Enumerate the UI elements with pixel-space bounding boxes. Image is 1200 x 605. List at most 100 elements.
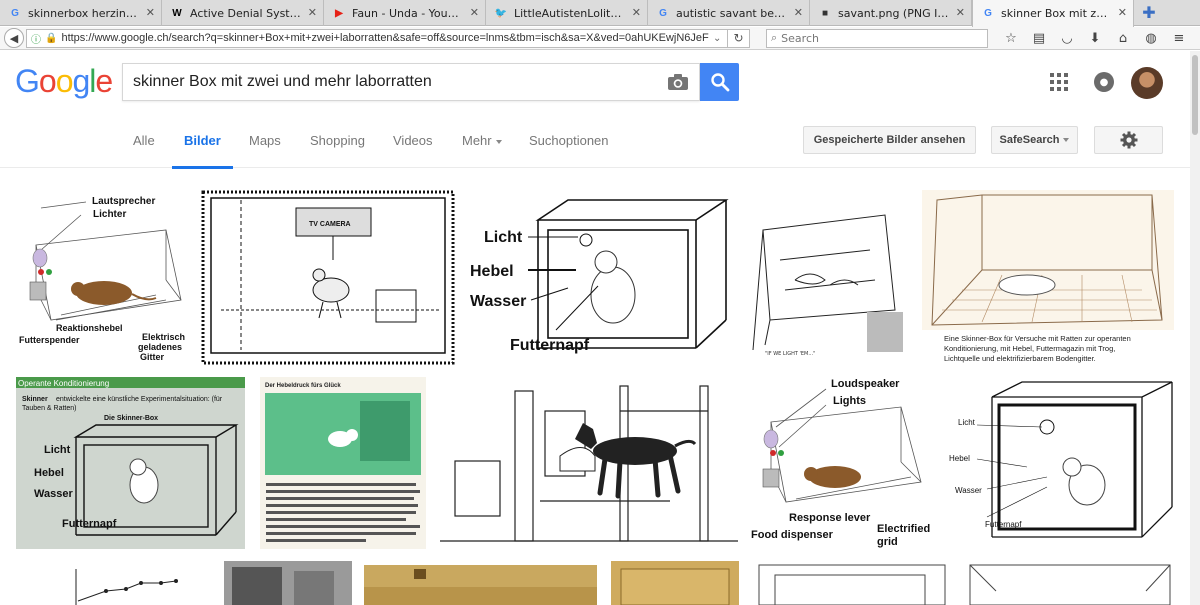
favicon-icon: G <box>11 7 19 19</box>
saved-images-button[interactable]: Gespeicherte Bilder ansehen <box>803 126 976 154</box>
tab-mehr-label: Mehr <box>462 133 492 148</box>
pocket-icon[interactable]: ◡ <box>1054 27 1080 49</box>
image-result-11[interactable] <box>16 561 210 605</box>
apps-grid-icon[interactable] <box>1050 73 1068 91</box>
image-result-16[interactable] <box>966 561 1175 605</box>
label-gitter: Gitter <box>140 352 165 362</box>
notifications-icon[interactable]: ● <box>1094 72 1114 92</box>
scrollbar-thumb[interactable] <box>1192 55 1198 135</box>
bookmark-star-icon[interactable]: ☆ <box>998 27 1024 49</box>
search-button[interactable] <box>700 63 739 101</box>
browser-tab[interactable]: Gskinner Box mit zwei ... ✕ <box>972 0 1134 27</box>
favicon-icon: G <box>659 7 667 19</box>
label-licht-2: Licht <box>958 418 976 427</box>
label-electrified: Electrified <box>877 523 930 535</box>
label-geladenes: geladenes <box>138 342 182 352</box>
image-result-6[interactable]: Operante Konditionierung Skinner entwick… <box>16 377 245 549</box>
search-tabs-row: Alle Bilder Maps Shopping Videos Mehr Su… <box>0 113 1190 169</box>
close-tab-icon[interactable]: ✕ <box>1118 6 1127 19</box>
label-elektrisch: Elektrisch <box>142 332 185 342</box>
tab-alle[interactable]: Alle <box>133 133 155 148</box>
tab-suchoptionen[interactable]: Suchoptionen <box>529 133 609 148</box>
logo-letter: o <box>38 63 57 99</box>
url-bar[interactable]: ⓘ 🔒 https://www.google.ch/search?q=skinn… <box>26 28 728 48</box>
card-subtitle: Die Skinner-Box <box>104 415 158 422</box>
menu-icon[interactable]: ≡ <box>1166 27 1192 49</box>
label-lautsprecher: Lautsprecher <box>92 196 155 207</box>
close-tab-icon[interactable]: ✕ <box>146 6 155 19</box>
label-lichter: Lichter <box>93 209 126 220</box>
settings-button[interactable] <box>1094 126 1163 154</box>
browser-tab-label: skinnerbox herzinfark... <box>28 6 139 20</box>
browser-tab[interactable]: Gautistic savant bewar... ✕ <box>648 0 810 26</box>
tab-videos[interactable]: Videos <box>393 133 433 148</box>
search-input[interactable]: skinner Box mit zwei und mehr laborratte… <box>122 63 700 101</box>
label-licht: Licht <box>484 229 523 246</box>
close-tab-icon[interactable]: ✕ <box>308 6 317 19</box>
browser-nav-bar: ◀ ⓘ 🔒 https://www.google.ch/search?q=ski… <box>0 27 1200 50</box>
info-icon[interactable]: ⓘ <box>31 31 41 46</box>
search-icon <box>710 73 729 92</box>
image-result-10[interactable]: Licht Hebel Wasser Futternapf <box>947 377 1175 549</box>
chevron-down-icon <box>495 139 502 144</box>
image-result-14[interactable] <box>611 561 739 605</box>
tab-shopping[interactable]: Shopping <box>310 133 365 148</box>
browser-tab-label: LittleAutistenLolita o... <box>514 6 625 20</box>
gear-icon <box>1120 131 1137 149</box>
search-query[interactable]: skinner Box mit zwei und mehr laborratte… <box>133 73 432 90</box>
logo-letter: G <box>15 63 40 99</box>
close-tab-icon[interactable]: ✕ <box>632 6 641 19</box>
tab-maps[interactable]: Maps <box>249 133 281 148</box>
tab-mehr[interactable]: Mehr <box>462 133 502 148</box>
image-result-5[interactable]: Eine Skinner-Box für Versuche mit Ratten… <box>922 190 1174 365</box>
card-label-futternapf: Futternapf <box>62 518 117 530</box>
new-tab-icon[interactable]: ✚ <box>1134 0 1164 25</box>
label-grid: grid <box>877 536 898 548</box>
back-button[interactable]: ◀ <box>4 28 24 48</box>
browser-search-field[interactable]: ⌕ Search <box>766 28 988 48</box>
browser-tab[interactable]: Gskinnerbox herzinfark... ✕ <box>0 0 162 26</box>
camera-icon[interactable] <box>667 73 689 91</box>
favicon-icon: ▶ <box>335 7 343 19</box>
download-icon[interactable]: ⬇ <box>1082 27 1108 49</box>
label-reaktionshebel: Reaktionshebel <box>56 323 123 333</box>
safesearch-button[interactable]: SafeSearch <box>991 126 1078 154</box>
card-desc: entwickelte eine künstliche Experimental… <box>56 396 223 403</box>
addon-icon[interactable]: ◍ <box>1138 27 1164 49</box>
browser-tab[interactable]: 🐦 LittleAutistenLolita o... ✕ <box>486 0 648 26</box>
image-result-12[interactable] <box>224 561 352 605</box>
browser-tab[interactable]: ■ savant.png (PNG Imag... ✕ <box>810 0 972 26</box>
image-result-3[interactable]: Licht Hebel Wasser Futternapf <box>468 190 730 365</box>
favicon-icon: G <box>984 8 992 19</box>
reload-button[interactable]: ↻ <box>728 28 750 48</box>
image-result-9[interactable]: Loudspeaker Lights Response lever Food d… <box>751 377 933 549</box>
google-header: Google skinner Box mit zwei und mehr lab… <box>0 51 1190 113</box>
image-result-13[interactable] <box>364 565 597 605</box>
close-tab-icon[interactable]: ✕ <box>956 6 965 19</box>
page-scrollbar[interactable] <box>1190 51 1200 605</box>
image-result-2[interactable]: TV CAMERA <box>201 190 455 365</box>
image-result-8[interactable] <box>440 381 738 549</box>
image-result-7[interactable]: Der Hebeldruck fürs Glück <box>260 377 426 549</box>
browser-tab-label: skinner Box mit zwei ... <box>1001 7 1111 20</box>
favicon-icon: 🐦 <box>494 7 508 19</box>
close-tab-icon[interactable]: ✕ <box>470 6 479 19</box>
browser-tab[interactable]: W Active Denial System... ✕ <box>162 0 324 26</box>
home-icon[interactable]: ⌂ <box>1110 27 1136 49</box>
favicon-icon: ■ <box>821 7 829 19</box>
google-logo[interactable]: Google <box>15 63 113 100</box>
browser-tab-label: savant.png (PNG Imag... <box>838 6 949 20</box>
reading-list-icon[interactable]: ▤ <box>1026 27 1052 49</box>
image-result-1[interactable]: Lautsprecher Lichter Reaktionshebel Futt… <box>16 190 187 365</box>
avatar[interactable] <box>1131 67 1163 99</box>
tab-bilder[interactable]: Bilder <box>172 133 233 169</box>
url-text[interactable]: https://www.google.ch/search?q=skinner+B… <box>61 32 709 44</box>
url-dropdown-icon[interactable]: ⌄ <box>713 33 727 44</box>
browser-tab[interactable]: ▶ Faun - Unda - YouTube ✕ <box>324 0 486 26</box>
image-result-4[interactable]: "IF WE LIGHT 'EM..." <box>745 190 906 365</box>
image-result-15[interactable] <box>751 561 954 605</box>
card-title: Operante Konditionierung <box>18 379 109 388</box>
close-tab-icon[interactable]: ✕ <box>794 6 803 19</box>
browser-tab-label: Active Denial System... <box>190 6 301 20</box>
card-skinner: Skinner <box>22 396 48 403</box>
